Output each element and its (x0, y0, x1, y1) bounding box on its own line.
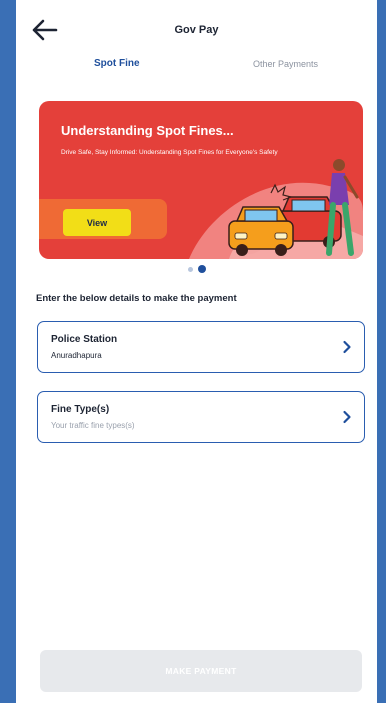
tab-spot-fine[interactable]: Spot Fine (94, 58, 140, 69)
carousel-dot-active[interactable] (197, 265, 206, 273)
carousel-indicator (16, 264, 377, 274)
carousel-dot[interactable] (187, 266, 193, 272)
tab-other-payments[interactable]: Other Payments (253, 59, 318, 69)
fine-type-selector[interactable]: Fine Type(s) Your traffic fine types(s) (37, 391, 365, 443)
tab-bar: Spot Fine Other Payments (16, 58, 377, 84)
police-station-value: Anuradhapura (51, 351, 102, 360)
make-payment-button[interactable]: MAKE PAYMENT (40, 650, 362, 692)
banner-subtitle: Drive Safe, Stay Informed: Understanding… (61, 149, 278, 156)
header: Gov Pay (16, 0, 377, 56)
police-station-selector[interactable]: Police Station Anuradhapura (37, 321, 365, 373)
banner-title: Understanding Spot Fines... (61, 123, 234, 138)
promo-banner[interactable]: Understanding Spot Fines... Drive Safe, … (39, 101, 363, 259)
app-screen: Gov Pay Spot Fine Other Payments Underst… (16, 0, 377, 703)
fine-type-label: Fine Type(s) (51, 404, 110, 415)
chevron-right-icon (343, 410, 351, 424)
page-title: Gov Pay (174, 24, 219, 36)
view-button[interactable]: View (63, 209, 131, 236)
police-station-label: Police Station (51, 334, 118, 345)
fine-type-placeholder: Your traffic fine types(s) (51, 421, 135, 430)
chevron-right-icon (343, 340, 351, 354)
form-instruction: Enter the below details to make the paym… (36, 293, 237, 304)
